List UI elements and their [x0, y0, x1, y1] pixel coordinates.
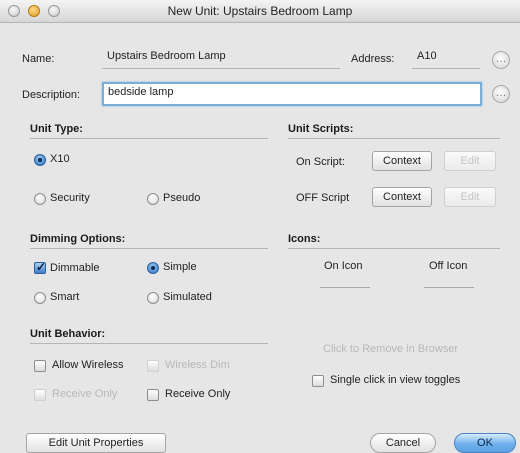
on-script-label: On Script: — [296, 156, 345, 168]
description-field[interactable]: bedside lamp — [102, 82, 482, 106]
name-label: Name: — [22, 53, 55, 65]
off-icon-well[interactable] — [424, 287, 474, 288]
unit-behavior-divider — [30, 343, 268, 344]
radio-security-label: Security — [50, 192, 90, 204]
single-click-label: Single click in view toggles — [330, 374, 461, 386]
radio-pseudo-label: Pseudo — [163, 192, 201, 204]
disabled-browser-label: Click to Remove in Browser — [323, 343, 459, 355]
dimming-divider — [30, 248, 268, 249]
description-label: Description: — [22, 89, 81, 101]
radio-simulated[interactable] — [147, 292, 159, 304]
wireless-dim-label: Wireless Dim — [165, 359, 230, 371]
disabled-behavior-label: Receive Only — [52, 388, 118, 400]
on-script-edit-button[interactable]: Edit — [444, 151, 496, 171]
icons-heading: Icons: — [288, 233, 321, 245]
dimmable-checkbox[interactable]: ✓ — [34, 260, 47, 274]
wireless-dim-checkbox[interactable] — [147, 360, 159, 372]
allow-wireless-checkbox[interactable] — [34, 360, 46, 372]
on-icon-well[interactable] — [320, 287, 370, 288]
radio-smart-label: Smart — [50, 291, 80, 303]
receive-only-checkbox[interactable] — [147, 389, 159, 401]
address-picker-button[interactable]: … — [492, 51, 510, 69]
off-icon-label: Off Icon — [429, 260, 468, 272]
off-script-context-button[interactable]: Context — [372, 187, 432, 207]
address-label: Address: — [351, 53, 395, 65]
unit-type-divider — [30, 138, 268, 139]
checkmark-icon: ✓ — [36, 260, 47, 274]
disabled-behavior-checkbox[interactable] — [34, 389, 46, 401]
allow-wireless-label: Allow Wireless — [52, 359, 124, 371]
radio-x10[interactable] — [34, 154, 46, 166]
on-script-context-button[interactable]: Context — [372, 151, 432, 171]
off-script-edit-button[interactable]: Edit — [444, 187, 496, 207]
cancel-button[interactable]: Cancel — [370, 433, 436, 453]
ok-button[interactable]: OK — [454, 433, 516, 453]
edit-unit-properties-button[interactable]: Edit Unit Properties — [26, 433, 166, 453]
name-field[interactable]: Upstairs Bedroom Lamp — [102, 47, 340, 69]
unit-type-heading: Unit Type: — [30, 123, 83, 135]
description-picker-button[interactable]: … — [492, 85, 510, 103]
dimming-heading: Dimming Options: — [30, 233, 126, 245]
window-title: New Unit: Upstairs Bedroom Lamp — [167, 4, 353, 18]
unit-behavior-heading: Unit Behavior: — [30, 328, 106, 340]
icons-divider — [288, 248, 500, 249]
radio-simulated-label: Simulated — [163, 291, 212, 303]
radio-pseudo[interactable] — [147, 193, 159, 205]
ellipsis-icon: … — [495, 53, 507, 65]
unit-scripts-divider — [288, 138, 500, 139]
radio-simple[interactable] — [147, 262, 159, 274]
dimmable-label: Dimmable — [50, 262, 100, 274]
radio-smart[interactable] — [34, 292, 46, 304]
ellipsis-icon: … — [495, 87, 507, 99]
off-script-label: OFF Script — [296, 192, 350, 204]
on-icon-label: On Icon — [324, 260, 363, 272]
radio-security[interactable] — [34, 193, 46, 205]
receive-only-label: Receive Only — [165, 388, 231, 400]
single-click-checkbox[interactable] — [312, 375, 324, 387]
address-field[interactable]: A10 — [412, 47, 480, 69]
radio-simple-label: Simple — [163, 261, 197, 273]
unit-scripts-heading: Unit Scripts: — [288, 123, 354, 135]
radio-x10-label: X10 — [50, 153, 70, 165]
